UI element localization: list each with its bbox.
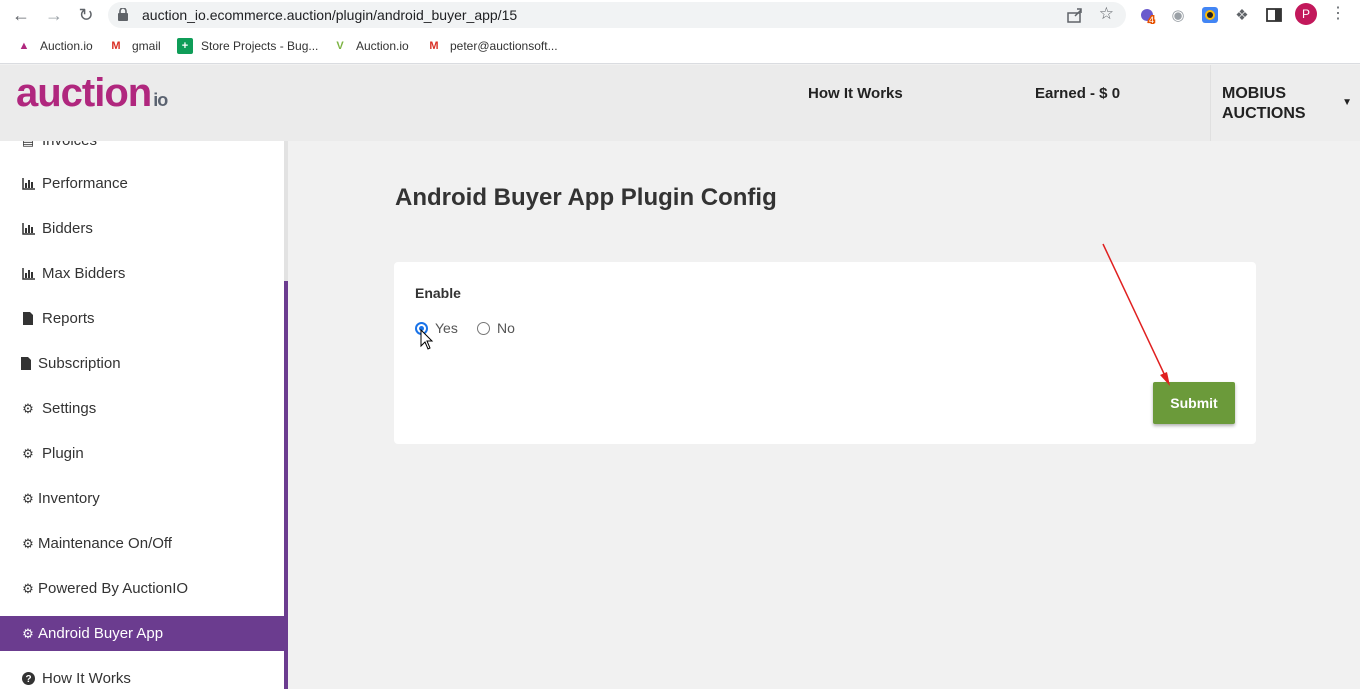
earned-amount: Earned - $ 0 (1035, 85, 1121, 102)
sidebar-item-settings[interactable]: ⚙ Settings (0, 391, 284, 426)
bookmark-item[interactable]: M gmail (108, 38, 160, 54)
sidebar-item-reports[interactable]: Reports (0, 301, 284, 336)
bookmark-item[interactable]: V Auction.io (332, 38, 408, 54)
svg-text:?: ? (25, 674, 31, 685)
question-icon: ? (20, 671, 36, 687)
radio-no-indicator[interactable] (477, 321, 490, 335)
file-icon (20, 356, 32, 372)
account-name: MOBIUS AUCTIONS (1222, 85, 1306, 122)
gmail-icon: M (429, 40, 439, 52)
bookmark-item[interactable]: M peter@auctionsoft... (426, 38, 557, 54)
share-icon[interactable] (1066, 6, 1084, 24)
caret-down-icon: ▼ (1342, 97, 1352, 108)
lock-icon (118, 8, 128, 21)
sidebar-item-max-bidders[interactable]: Max Bidders (0, 256, 284, 291)
puzzle-icon[interactable]: ❖ (1231, 4, 1253, 26)
chart-icon (20, 266, 36, 282)
bookmark-item[interactable]: + Store Projects - Bug... (177, 38, 318, 54)
radio-no[interactable]: No (477, 320, 515, 336)
gear-icon: ⚙ (22, 535, 34, 551)
mouse-cursor-icon (420, 329, 434, 350)
sidebar-item-subscription[interactable]: Subscription (0, 346, 284, 381)
sidebar: ▤ Invoices Performance Bidders Max Bidde… (0, 141, 288, 689)
back-icon[interactable]: ← (9, 3, 33, 27)
sidebar-item-plugin[interactable]: ⚙ Plugin (0, 436, 284, 471)
list-icon: ▤ (20, 141, 36, 149)
page-title: Android Buyer App Plugin Config (395, 184, 777, 211)
gear-icon: ⚙ (22, 445, 34, 461)
auction-io-logo[interactable]: auction io (16, 71, 168, 116)
submit-button[interactable]: Submit (1153, 382, 1235, 424)
bookmark-item[interactable]: ▲ Auction.io (16, 38, 93, 54)
config-card: Enable Yes No Submit (394, 262, 1256, 444)
url-text: auction_io.ecommerce.auction/plugin/andr… (142, 7, 518, 23)
sidebar-item-performance[interactable]: Performance (0, 166, 284, 201)
chart-icon (20, 176, 36, 192)
gear-icon: ⚙ (22, 625, 34, 641)
auction-favicon-icon: ▲ (18, 40, 30, 52)
gear-icon: ⚙ (22, 490, 34, 506)
sidebar-item-invoices[interactable]: ▤ Invoices (0, 141, 284, 158)
extension-icon[interactable]: 4 (1136, 4, 1158, 26)
menu-icon[interactable]: ⋮ (1330, 3, 1346, 23)
sidebar-item-powered-by[interactable]: ⚙ Powered By AuctionIO (0, 571, 284, 606)
address-bar[interactable]: auction_io.ecommerce.auction/plugin/andr… (108, 2, 1126, 28)
side-panel-icon[interactable] (1263, 4, 1285, 26)
extension-icon[interactable]: ◉ (1167, 4, 1189, 26)
enable-label: Enable (415, 285, 461, 301)
profile-avatar[interactable]: P (1295, 3, 1317, 25)
file-icon (20, 311, 36, 327)
sidebar-item-bidders[interactable]: Bidders (0, 211, 284, 246)
account-dropdown[interactable]: MOBIUS AUCTIONS ▼ (1210, 65, 1360, 141)
gear-icon: ⚙ (22, 580, 34, 596)
chart-icon (20, 221, 36, 237)
gear-icon: ⚙ (22, 400, 34, 416)
browser-toolbar: ← → ↻ auction_io.ecommerce.auction/plugi… (0, 0, 1360, 30)
sidebar-item-maintenance[interactable]: ⚙ Maintenance On/Off (0, 526, 284, 561)
reload-icon[interactable]: ↻ (74, 3, 98, 27)
how-it-works-link[interactable]: How It Works (808, 85, 903, 102)
sidebar-item-inventory[interactable]: ⚙ Inventory (0, 481, 284, 516)
bookmarks-bar: ▲ Auction.io M gmail + Store Projects - … (0, 30, 1360, 64)
sheets-icon: + (177, 38, 193, 54)
svg-text:4: 4 (1149, 15, 1154, 24)
gmail-icon: M (111, 40, 121, 52)
forward-icon[interactable]: → (42, 3, 66, 27)
color-extension-icon[interactable] (1199, 4, 1221, 26)
sidebar-item-android-buyer-app[interactable]: ⚙ Android Buyer App (0, 616, 288, 651)
app-header: auction io How It Works Earned - $ 0 MOBI… (0, 65, 1360, 141)
auction-v-icon: V (336, 40, 344, 52)
sidebar-item-how-it-works[interactable]: ? How It Works (0, 661, 284, 689)
bookmark-star-icon[interactable]: ☆ (1099, 4, 1114, 24)
